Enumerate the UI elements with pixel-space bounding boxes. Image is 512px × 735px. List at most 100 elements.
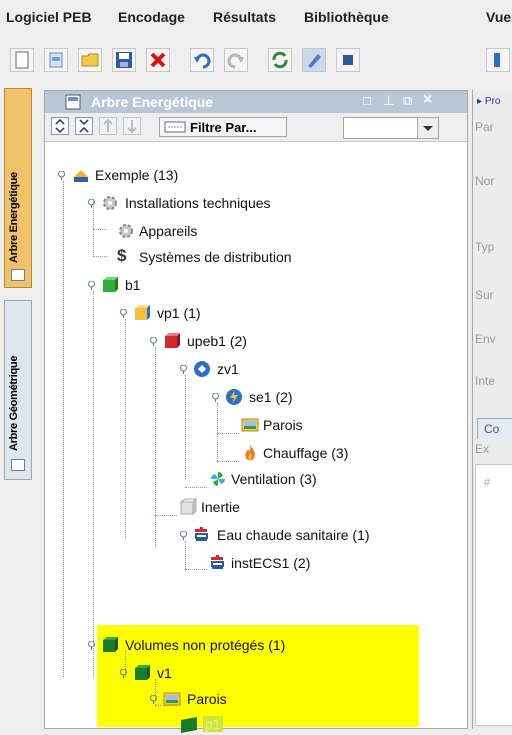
redo-button[interactable]: [224, 48, 248, 72]
undo-icon: [194, 53, 211, 69]
tree-line: [93, 291, 94, 677]
save-icon: [116, 52, 132, 68]
float-icon[interactable]: ⧉: [403, 93, 412, 109]
grid-icon: [11, 459, 25, 471]
refresh-button[interactable]: [268, 48, 292, 72]
menu-encodage[interactable]: Encodage: [118, 9, 185, 25]
expand-toggle-icon[interactable]: [57, 171, 66, 180]
tree-panel: Arbre Energétique □ ⊥ ⧉ × Filtre Par...: [44, 90, 468, 733]
tree-line: [155, 515, 177, 516]
menu-vue[interactable]: Vue: [486, 9, 511, 25]
tree-label: Systèmes de distribution: [139, 249, 292, 265]
play-icon: [494, 53, 500, 67]
tree-label: Inertie: [201, 499, 240, 515]
chevron-down-icon: [423, 126, 433, 131]
field-label: Sur: [475, 288, 494, 302]
tab-arbre-geometrique-label: Arbre Géométrique: [8, 355, 20, 451]
tree-label-selected: p1: [203, 716, 223, 732]
zone-icon: [194, 361, 210, 377]
tab-co[interactable]: Co: [477, 418, 512, 439]
field-label: Typ: [475, 240, 495, 254]
expand-toggle-icon[interactable]: [149, 695, 158, 704]
play-button[interactable]: [486, 48, 510, 72]
menu-bibliotheque[interactable]: Bibliothèque: [304, 9, 389, 25]
toolbar: [0, 40, 512, 80]
move-up-button[interactable]: [99, 117, 117, 135]
expand-toggle-icon[interactable]: [87, 641, 96, 650]
tree-line: [155, 347, 156, 547]
volume-cube-icon: [135, 665, 150, 680]
pin-icon[interactable]: ⊥: [383, 93, 394, 109]
menu-resultats[interactable]: Résultats: [213, 9, 276, 25]
tree-label: Eau chaude sanitaire (1): [217, 527, 370, 543]
panel-title-bar: Arbre Energétique □ ⊥ ⧉ ×: [45, 91, 467, 113]
expand-toggle-icon[interactable]: [87, 199, 96, 208]
filter-dropdown[interactable]: [343, 117, 439, 139]
tree-line: [185, 487, 207, 488]
open-folder-button[interactable]: [78, 48, 102, 72]
fan-icon: [210, 471, 226, 487]
menu-logiciel-peb[interactable]: Logiciel PEB: [6, 9, 92, 25]
tree-line: [217, 433, 239, 434]
collapse-all-icon: [79, 119, 89, 133]
expand-toggle-icon[interactable]: [119, 669, 128, 678]
expand-all-button[interactable]: [51, 117, 69, 135]
filter-button[interactable]: Filtre Par...: [159, 117, 287, 137]
expand-toggle-icon[interactable]: [119, 309, 128, 318]
new-icon: [15, 51, 29, 69]
building-cube-icon: [103, 277, 118, 292]
field-label: Inte: [475, 374, 496, 388]
panel-title: Arbre Energétique: [91, 94, 214, 110]
save-button[interactable]: [112, 48, 136, 72]
collapse-all-button[interactable]: [75, 117, 93, 135]
tree-line: [93, 229, 107, 230]
tree-label: b1: [125, 277, 141, 293]
tree-label: zv1: [217, 361, 239, 377]
wall-panel-icon: [181, 717, 197, 733]
minimize-icon[interactable]: □: [363, 93, 371, 108]
tree-label: Parois: [187, 691, 227, 707]
tree-line: [217, 461, 239, 462]
expand-toggle-icon[interactable]: [149, 337, 158, 346]
menubar: Logiciel PEB Encodage Résultats Biblioth…: [0, 0, 512, 36]
tree-panel-icon: [65, 94, 81, 110]
expand-all-icon: [55, 118, 65, 134]
gear-icon: [103, 196, 117, 210]
close-icon[interactable]: ×: [423, 91, 432, 109]
dropdown-arrow[interactable]: [417, 118, 438, 138]
tree-label: se1 (2): [249, 389, 293, 405]
tree-line: [125, 319, 126, 539]
data-table[interactable]: #: [475, 464, 512, 726]
tree-label: Volumes non protégés (1): [125, 637, 286, 653]
tree-label: Ventilation (3): [231, 471, 317, 487]
expand-toggle-icon[interactable]: [87, 281, 96, 290]
expand-toggle-icon[interactable]: [179, 531, 188, 540]
tab-co-label: Co: [484, 422, 500, 436]
wall-icon: [241, 418, 259, 432]
pencil-button[interactable]: [302, 48, 326, 72]
properties-panel: ▸ Pro Par Nor Typ Sur Env Inte Co Ex #: [472, 90, 512, 729]
tree-label: Exemple (13): [95, 167, 179, 183]
tab-arbre-energetique[interactable]: Arbre Energétique: [4, 88, 32, 288]
tree-label: instECS1 (2): [231, 555, 311, 571]
volume-cube-icon: [103, 637, 118, 652]
stop-button[interactable]: [336, 48, 360, 72]
panel-header[interactable]: ▸ Pro: [477, 96, 500, 107]
new-button[interactable]: [10, 48, 34, 72]
expand-toggle-icon[interactable]: [211, 393, 220, 402]
move-down-button[interactable]: [123, 117, 141, 135]
tree-line: [185, 541, 186, 569]
redo-icon: [227, 53, 244, 69]
tree-label: v1: [157, 665, 172, 681]
volume-icon: [135, 305, 150, 320]
folder-icon: [81, 53, 99, 67]
undo-button[interactable]: [190, 48, 214, 72]
wall-icon: [163, 692, 181, 706]
refresh-icon: [272, 51, 288, 69]
tab-arbre-geometrique[interactable]: Arbre Géométrique: [4, 300, 32, 480]
delete-button[interactable]: [146, 48, 170, 72]
tree-line: [185, 375, 186, 479]
faucet-icon: [211, 555, 224, 569]
expand-toggle-icon[interactable]: [179, 365, 188, 374]
open-file-button[interactable]: [44, 48, 68, 72]
